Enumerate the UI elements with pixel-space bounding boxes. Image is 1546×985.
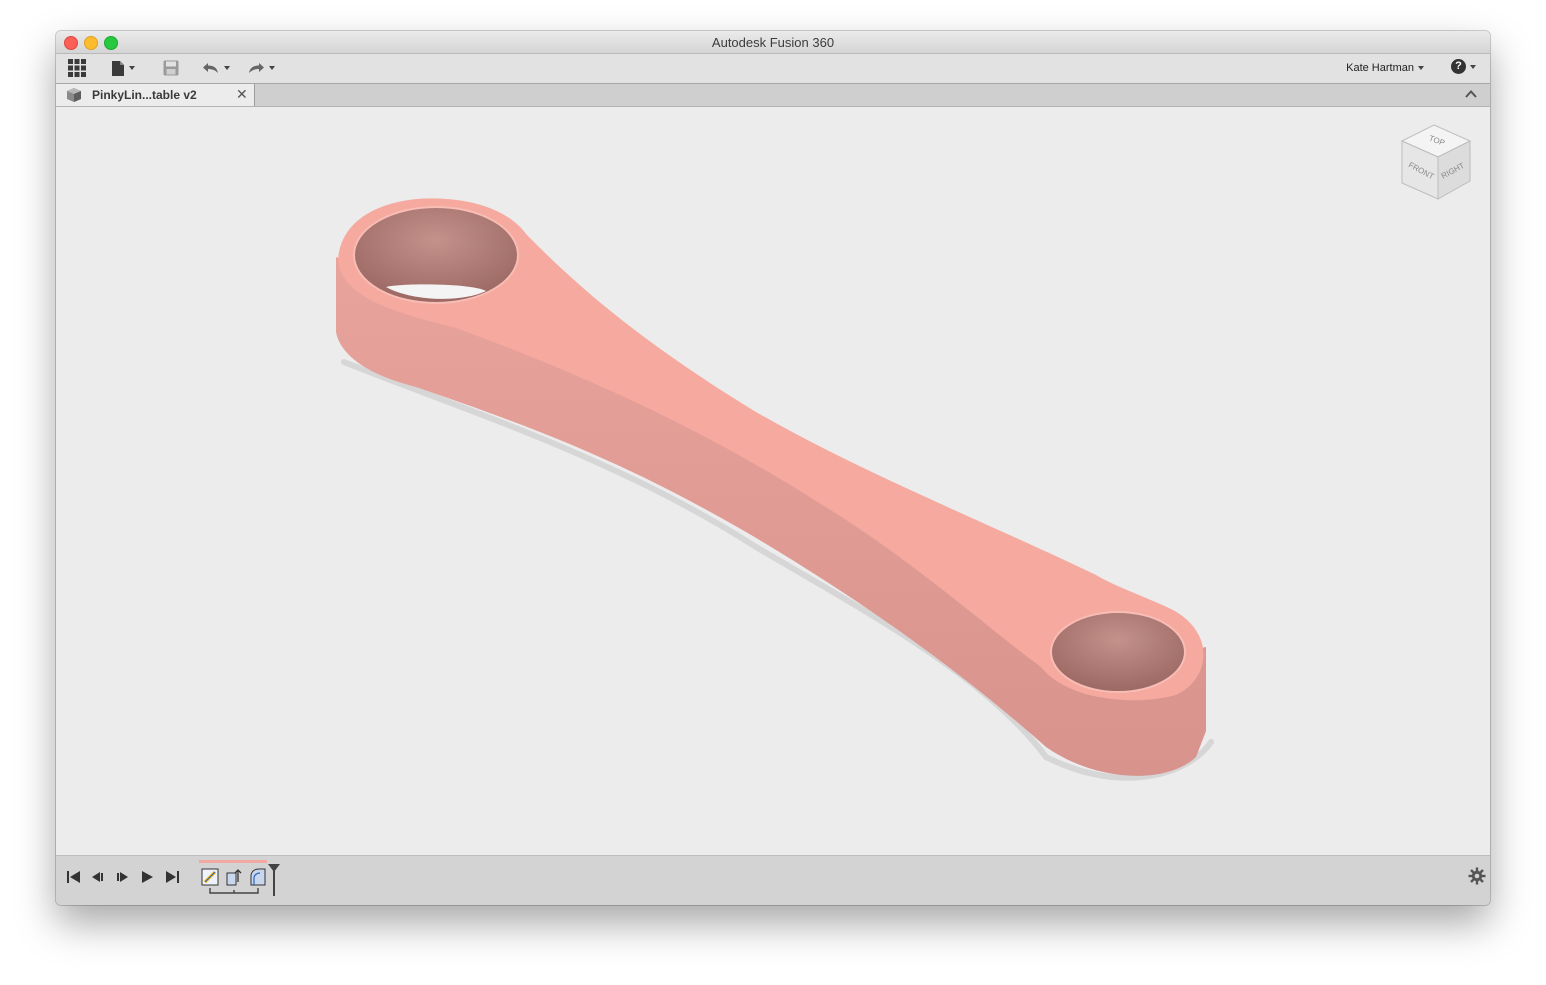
close-tab-icon[interactable]: ✕	[236, 86, 248, 103]
help-icon: ?	[1451, 59, 1466, 74]
title-bar: Autodesk Fusion 360	[56, 31, 1490, 54]
window-title: Autodesk Fusion 360	[711, 35, 835, 50]
timeline-marker[interactable]	[268, 864, 280, 903]
user-name-label: Kate Hartman	[1346, 62, 1414, 74]
skip-to-end-icon	[166, 871, 179, 883]
gear-icon	[1468, 867, 1486, 885]
toolbar: Kate Hartman ?	[56, 54, 1490, 84]
collapse-toolbar-button[interactable]	[1464, 87, 1478, 105]
view-cube[interactable]: TOP FRONT RIGHT	[1398, 121, 1476, 210]
link-side-wall	[336, 257, 1206, 776]
undo-button[interactable]	[202, 58, 230, 78]
tab-label: PinkyLin...table v2	[92, 88, 197, 102]
timeline-next-button[interactable]	[114, 869, 130, 885]
timeline-progress-track	[199, 860, 267, 863]
timeline-settings-button[interactable]	[1468, 867, 1486, 890]
timeline-first-button[interactable]	[66, 869, 82, 885]
timeline-last-button[interactable]	[164, 869, 180, 885]
extrude-feature-icon	[226, 869, 242, 886]
sketch-feature-icon	[201, 868, 219, 886]
step-forward-icon	[117, 872, 128, 882]
redo-icon	[249, 63, 264, 73]
file-menu-button[interactable]	[111, 58, 135, 78]
timeline-previous-button[interactable]	[90, 869, 106, 885]
canvas-viewport[interactable]: TOP FRONT RIGHT	[56, 107, 1490, 855]
tab-document[interactable]: PinkyLin...table v2 ✕	[56, 84, 255, 106]
timeline-play-button[interactable]	[139, 869, 155, 885]
play-icon	[142, 871, 153, 883]
chevron-down-icon	[269, 66, 275, 70]
skip-to-start-icon	[67, 871, 80, 883]
component-cube-icon	[67, 88, 81, 102]
chevron-down-icon	[1418, 66, 1424, 70]
app-grid-button[interactable]	[68, 58, 86, 78]
chevron-down-icon	[224, 66, 230, 70]
fillet-feature-icon	[250, 868, 266, 886]
model-body[interactable]	[56, 107, 1490, 855]
timeline-group-bracket	[209, 888, 259, 894]
step-back-icon	[92, 872, 103, 882]
redo-button[interactable]	[247, 58, 275, 78]
undo-icon	[203, 63, 218, 73]
chevron-down-icon	[1470, 64, 1476, 69]
help-menu[interactable]: ?	[1451, 59, 1476, 74]
save-button[interactable]	[163, 58, 179, 78]
app-window: Autodesk Fusion 360 Kate Hartman ? Pinky…	[56, 31, 1490, 905]
file-icon	[112, 60, 124, 76]
chevron-down-icon	[129, 66, 135, 70]
save-icon	[163, 60, 179, 76]
timeline-marker-icon	[268, 864, 280, 896]
timeline-bar	[56, 855, 1490, 905]
chevron-up-icon	[1465, 90, 1477, 98]
user-menu[interactable]: Kate Hartman	[1346, 62, 1424, 74]
document-tab-bar: PinkyLin...table v2 ✕	[56, 84, 1490, 107]
app-grid-icon	[68, 59, 86, 77]
